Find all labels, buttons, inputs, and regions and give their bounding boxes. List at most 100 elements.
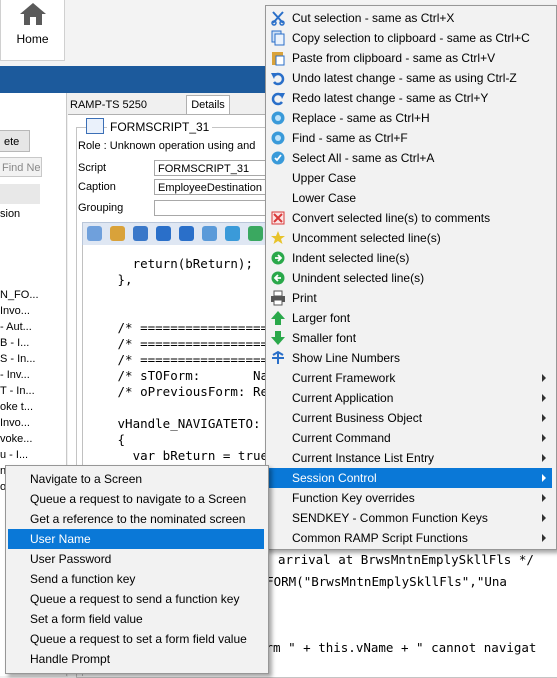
menu-item-label: Larger font bbox=[292, 311, 351, 325]
menu-item-label: Find - same as Ctrl+F bbox=[292, 131, 408, 145]
menu-item[interactable]: Print bbox=[268, 288, 552, 308]
menu-item[interactable]: Current Application bbox=[268, 388, 552, 408]
code-line: /* ================== bbox=[110, 336, 276, 351]
left-list-item[interactable]: sion bbox=[0, 208, 42, 220]
chevron-right-icon bbox=[542, 434, 546, 442]
menu-item-label: Unindent selected line(s) bbox=[292, 271, 425, 285]
context-menu: Cut selection - same as Ctrl+X Copy selec… bbox=[265, 5, 557, 550]
submenu-item[interactable]: Queue a request to navigate to a Screen bbox=[8, 489, 264, 509]
paste-tool-icon[interactable] bbox=[110, 226, 125, 241]
menu-item[interactable]: Upper Case bbox=[268, 168, 552, 188]
menu-item-label: Session Control bbox=[292, 471, 377, 485]
left-list-item[interactable]: N_FO... bbox=[0, 289, 42, 301]
script-field[interactable]: FORMSCRIPT_31 bbox=[154, 160, 269, 176]
left-list-item[interactable]: Invo... bbox=[0, 305, 42, 317]
menu-item-label: Select All - same as Ctrl+A bbox=[292, 151, 435, 165]
submenu-item-label: Navigate to a Screen bbox=[30, 472, 143, 486]
submenu-item[interactable]: Handle Prompt bbox=[8, 649, 264, 669]
chevron-right-icon bbox=[542, 534, 546, 542]
menu-item[interactable]: Convert selected line(s) to comments bbox=[268, 208, 552, 228]
code-line: { bbox=[110, 432, 126, 447]
menu-item[interactable]: Function Key overrides bbox=[268, 488, 552, 508]
left-list-item[interactable]: voke... bbox=[0, 433, 42, 445]
cut-tool-icon[interactable] bbox=[133, 226, 148, 241]
menu-item[interactable]: Current Instance List Entry bbox=[268, 448, 552, 468]
left-list-item[interactable]: T - In... bbox=[0, 385, 42, 397]
left-tab[interactable]: ete bbox=[0, 130, 30, 152]
menu-item-label: Current Instance List Entry bbox=[292, 451, 435, 465]
menu-item-label: Upper Case bbox=[292, 171, 357, 185]
submenu-item[interactable]: User Name bbox=[8, 529, 264, 549]
menu-item[interactable]: Larger font bbox=[268, 308, 552, 328]
menu-item-label: Copy selection to clipboard - same as Ct… bbox=[292, 31, 530, 45]
find-next-button[interactable]: Find Ne bbox=[0, 157, 42, 177]
menu-item[interactable]: Uncomment selected line(s) bbox=[268, 228, 552, 248]
tree-header bbox=[0, 184, 40, 204]
menu-item[interactable]: Paste from clipboard - same as Ctrl+V bbox=[268, 48, 552, 68]
submenu-item-label: Queue a request to navigate to a Screen bbox=[30, 492, 247, 506]
submenu-item[interactable]: Set a form field value bbox=[8, 609, 264, 629]
chevron-right-icon bbox=[542, 494, 546, 502]
code-line: /* ================== bbox=[110, 352, 276, 367]
home-button[interactable]: Home bbox=[0, 0, 65, 61]
menu-item-label: Paste from clipboard - same as Ctrl+V bbox=[292, 51, 496, 65]
copy-tool-icon[interactable] bbox=[87, 226, 102, 241]
caption-field[interactable]: EmployeeDestination - bbox=[154, 179, 269, 195]
caption-label: Caption bbox=[78, 181, 116, 193]
left-list-item[interactable]: oke t... bbox=[0, 401, 42, 413]
find-tool-icon[interactable] bbox=[225, 226, 240, 241]
replace-tool-icon[interactable] bbox=[202, 226, 217, 241]
submenu-item[interactable]: Send a function key bbox=[8, 569, 264, 589]
menu-item[interactable]: Show Line Numbers bbox=[268, 348, 552, 368]
code-line: return(bReturn); bbox=[110, 256, 253, 271]
menu-item[interactable]: Current Framework bbox=[268, 368, 552, 388]
submenu-item[interactable]: Navigate to a Screen bbox=[8, 469, 264, 489]
submenu-item[interactable]: Get a reference to the nominated screen bbox=[8, 509, 264, 529]
redo-tool-icon[interactable] bbox=[179, 226, 194, 241]
redo-icon bbox=[270, 90, 286, 106]
submenu-item[interactable]: User Password bbox=[8, 549, 264, 569]
tab-session[interactable]: RAMP-TS 5250 Session bbox=[68, 96, 188, 129]
menu-item[interactable]: Smaller font bbox=[268, 328, 552, 348]
menu-item[interactable]: Select All - same as Ctrl+A bbox=[268, 148, 552, 168]
left-list-item[interactable]: B - I... bbox=[0, 337, 42, 349]
menu-item[interactable]: Undo latest change - same as using Ctrl-… bbox=[268, 68, 552, 88]
menu-item-label: Show Line Numbers bbox=[292, 351, 401, 365]
menu-item[interactable]: Common RAMP Script Functions bbox=[268, 528, 552, 548]
menu-item[interactable]: Indent selected line(s) bbox=[268, 248, 552, 268]
menu-item[interactable]: Current Command bbox=[268, 428, 552, 448]
submenu-item-label: Set a form field value bbox=[30, 612, 143, 626]
menu-item[interactable]: Session Control bbox=[268, 468, 552, 488]
code-line: ENT_FORM("BrwsMntnEmplySkllFls","Una bbox=[236, 574, 507, 589]
tab-details[interactable]: Details bbox=[186, 95, 230, 115]
menu-item[interactable]: SENDKEY - Common Function Keys bbox=[268, 508, 552, 528]
code-line: orm " + this.vName + " cannot navigat bbox=[258, 640, 537, 655]
undo-tool-icon[interactable] bbox=[156, 226, 171, 241]
menu-item[interactable]: Copy selection to clipboard - same as Ct… bbox=[268, 28, 552, 48]
submenu-item[interactable]: Queue a request to set a form field valu… bbox=[8, 629, 264, 649]
menu-item-label: Current Business Object bbox=[292, 411, 423, 425]
menu-item[interactable]: Cut selection - same as Ctrl+X bbox=[268, 8, 552, 28]
left-list-item[interactable]: - Inv... bbox=[0, 369, 42, 381]
document-icon bbox=[86, 118, 104, 134]
menu-item[interactable]: Lower Case bbox=[268, 188, 552, 208]
left-list-item[interactable]: Invo... bbox=[0, 417, 42, 429]
menu-item[interactable]: Find - same as Ctrl+F bbox=[268, 128, 552, 148]
submenu-item[interactable]: Queue a request to send a function key bbox=[8, 589, 264, 609]
chevron-right-icon bbox=[542, 474, 546, 482]
menu-item[interactable]: Current Business Object bbox=[268, 408, 552, 428]
left-list-item[interactable]: - Aut... bbox=[0, 321, 42, 333]
select-tool-icon[interactable] bbox=[248, 226, 263, 241]
grouping-field[interactable] bbox=[154, 200, 269, 216]
submenu-item-label: Handle Prompt bbox=[30, 652, 111, 666]
code-line: var bReturn = true bbox=[110, 448, 269, 463]
left-list-item[interactable]: S - In... bbox=[0, 353, 42, 365]
smaller-font-icon bbox=[270, 330, 286, 346]
left-list-item[interactable]: u - I... bbox=[0, 449, 42, 461]
menu-item[interactable]: Unindent selected line(s) bbox=[268, 268, 552, 288]
menu-item[interactable]: Replace - same as Ctrl+H bbox=[268, 108, 552, 128]
menu-item-label: Indent selected line(s) bbox=[292, 251, 410, 265]
menu-item[interactable]: Redo latest change - same as Ctrl+Y bbox=[268, 88, 552, 108]
menu-item-label: Smaller font bbox=[292, 331, 357, 345]
menu-item-label: Cut selection - same as Ctrl+X bbox=[292, 11, 455, 25]
